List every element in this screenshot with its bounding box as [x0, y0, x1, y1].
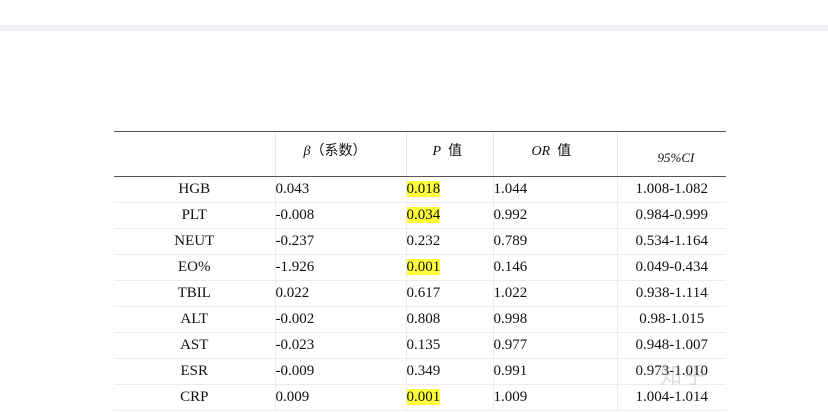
header-p-label: 值 [448, 144, 463, 159]
p-value: 0.018 [406, 181, 441, 197]
cell-beta: -0.002 [274, 306, 406, 333]
cell-beta: 0.009 [274, 384, 406, 411]
cell-ci: 0.534-1.164 [616, 228, 726, 255]
cell-p: 0.034 [405, 202, 493, 229]
cell-or: 0.998 [492, 306, 617, 333]
cell-ci: 0.049-0.434 [616, 254, 726, 281]
cell-beta: 0.022 [274, 280, 406, 307]
cell-or: 1.044 [492, 176, 617, 203]
cell-variable: TBIL [114, 280, 275, 307]
header-or: OR 值 [492, 131, 617, 177]
p-value: 0.001 [406, 389, 441, 405]
cell-variable: ALT [114, 306, 275, 333]
table-row: TBIL 0.022 0.617 1.022 0.938-1.114 [114, 280, 726, 307]
header-beta-label: （系数） [310, 144, 367, 159]
p-value: 0.001 [406, 259, 441, 275]
cell-p: 0.001 [405, 384, 493, 411]
header-ci: 95%CI [616, 131, 726, 177]
cell-p: 0.808 [405, 306, 493, 333]
cell-beta: 0.043 [274, 176, 406, 203]
p-value: 0.135 [406, 337, 441, 353]
table-row: NEUT -0.237 0.232 0.789 0.534-1.164 [114, 228, 726, 255]
table-row: ALT -0.002 0.808 0.998 0.98-1.015 [114, 306, 726, 333]
regression-table: β（系数） P 值 OR 值 95%CI HGB 0.043 0.018 1.0… [114, 131, 726, 411]
cell-p: 0.001 [405, 254, 493, 281]
table-row: EO% -1.926 0.001 0.146 0.049-0.434 [114, 254, 726, 281]
table-row: HGB 0.043 0.018 1.044 1.008-1.082 [114, 176, 726, 203]
cell-variable: NEUT [114, 228, 275, 255]
cell-variable: EO% [114, 254, 275, 281]
cell-beta: -0.237 [274, 228, 406, 255]
table-row: AST -0.023 0.135 0.977 0.948-1.007 [114, 332, 726, 359]
regression-table-container: β（系数） P 值 OR 值 95%CI HGB 0.043 0.018 1.0… [114, 131, 726, 411]
cell-variable: HGB [114, 176, 275, 203]
header-p-symbol: P [432, 144, 442, 159]
cell-beta: -0.023 [274, 332, 406, 359]
header-or-symbol: OR [531, 144, 551, 159]
header-beta: β（系数） [274, 131, 406, 177]
header-ci-label: 95%CI [657, 150, 695, 165]
cell-p: 0.135 [405, 332, 493, 359]
table-row: PLT -0.008 0.034 0.992 0.984-0.999 [114, 202, 726, 229]
cell-or: 0.991 [492, 358, 617, 385]
cell-beta: -1.926 [274, 254, 406, 281]
cell-p: 0.018 [405, 176, 493, 203]
cell-or: 1.009 [492, 384, 617, 411]
table-row: ESR -0.009 0.349 0.991 0.973-1.010 [114, 358, 726, 385]
cell-variable: ESR [114, 358, 275, 385]
header-or-label: 值 [557, 144, 572, 159]
p-value: 0.232 [406, 233, 441, 249]
cell-ci: 0.938-1.114 [616, 280, 726, 307]
cell-ci: 0.98-1.015 [616, 306, 726, 333]
header-variable [114, 131, 275, 177]
cell-ci: 1.008-1.082 [616, 176, 726, 203]
cell-or: 0.789 [492, 228, 617, 255]
header-p: P 值 [405, 131, 493, 177]
table-body: HGB 0.043 0.018 1.044 1.008-1.082 PLT -0.008 0.… [114, 176, 726, 411]
cell-variable: CRP [114, 384, 275, 411]
p-value: 0.617 [406, 285, 441, 301]
top-bar [0, 0, 828, 32]
cell-or: 1.022 [492, 280, 617, 307]
p-value: 0.808 [406, 311, 441, 327]
p-value: 0.034 [406, 207, 441, 223]
cell-p: 0.617 [405, 280, 493, 307]
cell-beta: -0.009 [274, 358, 406, 385]
cell-beta: -0.008 [274, 202, 406, 229]
cell-ci: 0.984-0.999 [616, 202, 726, 229]
cell-or: 0.977 [492, 332, 617, 359]
p-value: 0.349 [406, 363, 441, 379]
cell-or: 0.146 [492, 254, 617, 281]
top-bar-divider [0, 25, 828, 31]
cell-variable: AST [114, 332, 275, 359]
cell-variable: PLT [114, 202, 275, 229]
cell-p: 0.232 [405, 228, 493, 255]
watermark-logo: 知乎 [660, 364, 709, 389]
cell-ci: 0.948-1.007 [616, 332, 726, 359]
cell-or: 0.992 [492, 202, 617, 229]
table-row: CRP 0.009 0.001 1.009 1.004-1.014 [114, 384, 726, 411]
cell-p: 0.349 [405, 358, 493, 385]
table-header-row: β（系数） P 值 OR 值 95%CI [114, 131, 726, 177]
